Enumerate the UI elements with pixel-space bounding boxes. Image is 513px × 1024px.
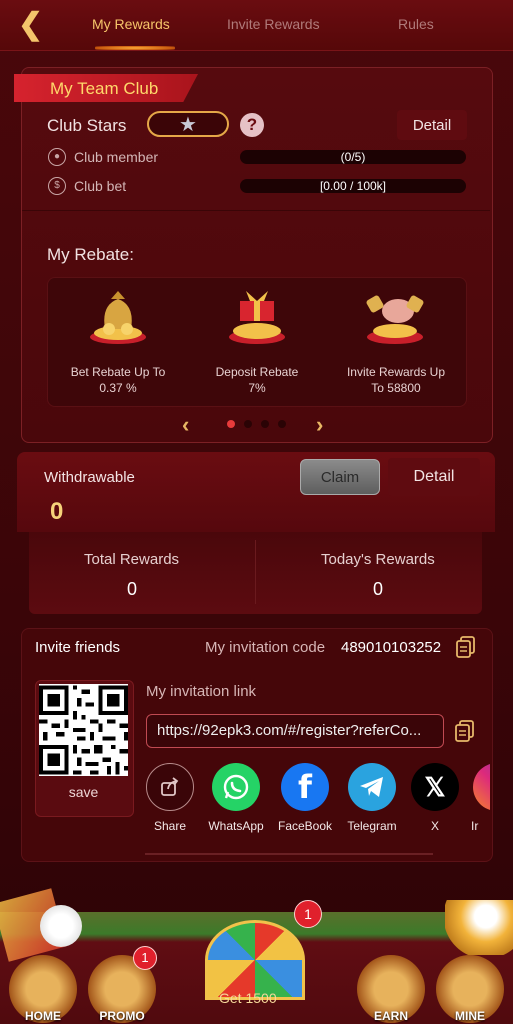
withdrawable-value: 0	[50, 498, 64, 525]
rebate-item-2: Deposit Rebate 7%	[197, 364, 317, 396]
club-member-progress: (0/5)	[240, 150, 466, 164]
carousel-dot[interactable]	[227, 420, 235, 428]
soccer-ball-icon	[40, 905, 82, 947]
copy-icon[interactable]	[456, 636, 476, 658]
carousel-dot[interactable]	[278, 420, 286, 428]
nav-promo-label: PROMO	[99, 1009, 145, 1023]
x-icon: 𝕏	[411, 763, 459, 811]
facebook-button[interactable]: f FaceBook	[274, 763, 336, 833]
rebate-item-1-value: 0.37 %	[99, 381, 137, 395]
total-rewards-label: Total Rewards	[84, 551, 180, 568]
whatsapp-label: WhatsApp	[208, 819, 264, 833]
wheel-badge: 1	[294, 900, 322, 928]
nav-home-label: HOME	[25, 1009, 61, 1023]
telegram-button[interactable]: Telegram	[344, 763, 400, 833]
tab-rules[interactable]: Rules	[398, 16, 434, 32]
club-detail-button[interactable]: Detail	[397, 110, 467, 140]
nav-home[interactable]: HOME	[9, 955, 77, 1023]
piggy-bank-icon	[364, 285, 426, 345]
todays-rewards-label: Today's Rewards	[321, 551, 435, 568]
rebate-item-3-value: To 58800	[371, 381, 421, 395]
rebate-item-1: Bet Rebate Up To 0.37 %	[58, 364, 178, 396]
club-bet-label: Club bet	[74, 178, 127, 194]
money-bag-icon	[87, 285, 149, 345]
facebook-icon: f	[281, 763, 329, 811]
rebate-item-2-value: 7%	[248, 381, 266, 395]
carousel-dot[interactable]	[261, 420, 269, 428]
qr-code-image	[39, 684, 128, 776]
facebook-label: FaceBook	[277, 819, 333, 833]
nav-mine[interactable]: MINE	[436, 955, 504, 1023]
club-stars-label: Club Stars	[47, 116, 127, 135]
whatsapp-button[interactable]: WhatsApp	[208, 763, 264, 833]
total-rewards-value: 0	[127, 579, 138, 599]
coin-icon: $	[48, 177, 66, 195]
more-share-button[interactable]: Ir	[465, 763, 490, 843]
more-share-label: Ir	[471, 819, 479, 833]
promo-badge: 1	[133, 946, 157, 970]
club-member-label: Club member	[74, 149, 159, 165]
tab-invite-rewards[interactable]: Invite Rewards	[227, 16, 320, 32]
get-bonus-label[interactable]: Get 1500	[219, 990, 277, 1006]
nav-earn[interactable]: EARN	[357, 955, 425, 1023]
share-button[interactable]: Share	[142, 763, 198, 833]
copy-link-icon[interactable]	[455, 720, 475, 742]
lucky-wheel-icon[interactable]	[205, 920, 305, 1000]
rebate-item-3: Invite Rewards Up To 58800	[336, 364, 456, 396]
invitation-link-field[interactable]: https://92epk3.com/#/register?referCo...	[146, 714, 444, 748]
todays-rewards-value: 0	[373, 579, 384, 599]
rebate-item-1-title: Bet Rebate Up To	[70, 365, 166, 379]
invite-title: Invite friends	[35, 639, 121, 656]
nav-earn-label: EARN	[373, 1009, 408, 1023]
tab-my-rewards[interactable]: My Rewards	[92, 16, 170, 32]
beer-icon	[445, 900, 513, 955]
carousel-dot[interactable]	[244, 420, 252, 428]
star-icon: ★	[179, 113, 197, 136]
rebate-item-3-title: Invite Rewards Up	[346, 365, 446, 379]
nav-mine-label: MINE	[455, 1009, 485, 1023]
telegram-label: Telegram	[347, 819, 397, 833]
invitation-code-label: My invitation code	[205, 639, 326, 656]
carousel-next-icon[interactable]: ›	[316, 412, 323, 438]
club-stars-indicator: ★	[147, 111, 229, 137]
divider	[255, 540, 256, 604]
rebate-title: My Rebate:	[47, 245, 134, 264]
x-label: X	[430, 819, 439, 833]
invitation-link-label: My invitation link	[146, 683, 257, 700]
back-arrow-icon[interactable]: ❮	[18, 10, 48, 40]
whatsapp-icon	[212, 763, 260, 811]
team-club-title: My Team Club	[50, 79, 159, 98]
save-qr-button[interactable]: save	[35, 784, 132, 800]
club-bet-progress: [0.00 / 100k]	[240, 179, 466, 193]
share-icon	[146, 763, 194, 811]
carousel-prev-icon[interactable]: ‹	[182, 412, 189, 438]
scroll-indicator	[145, 853, 433, 855]
telegram-icon	[348, 763, 396, 811]
instagram-icon	[473, 763, 490, 811]
divider	[22, 210, 490, 211]
invitation-code-value: 489010103252	[341, 639, 442, 656]
help-icon[interactable]: ?	[240, 113, 264, 137]
x-button[interactable]: 𝕏 X	[407, 763, 463, 833]
withdraw-detail-button[interactable]: Detail	[388, 458, 480, 496]
person-icon: ●	[48, 148, 66, 166]
gift-coins-icon	[226, 285, 288, 345]
claim-button[interactable]: Claim	[300, 459, 380, 495]
share-label: Share	[153, 819, 187, 833]
withdrawable-label: Withdrawable	[44, 469, 135, 486]
rebate-item-2-title: Deposit Rebate	[215, 365, 299, 379]
active-tab-indicator	[95, 46, 175, 50]
